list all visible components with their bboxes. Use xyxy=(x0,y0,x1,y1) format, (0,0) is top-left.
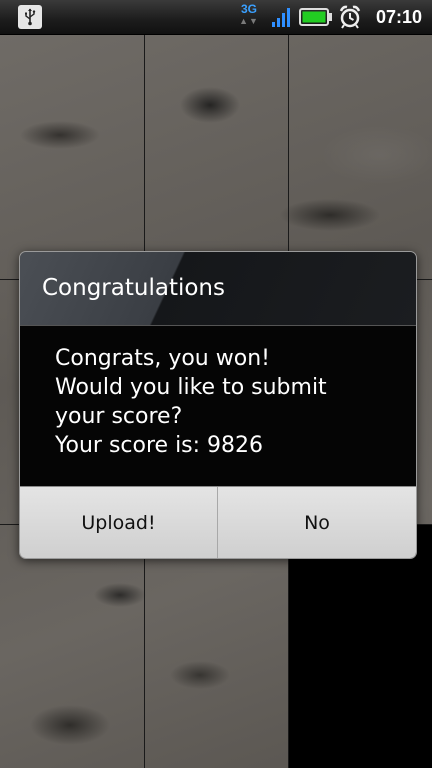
empty-tile xyxy=(289,525,432,768)
dialog-body: Congrats, you won! Would you like to sub… xyxy=(20,326,416,486)
upload-button[interactable]: Upload! xyxy=(20,487,218,558)
message-line: your score? xyxy=(55,404,183,429)
score-line: Your score is: 9826 xyxy=(55,433,264,458)
message-line: Congrats, you won! xyxy=(55,346,270,371)
status-bar: 3G ▲▼ 07:10 xyxy=(0,0,432,35)
signal-icon xyxy=(272,8,290,27)
battery-icon xyxy=(299,8,332,26)
no-button[interactable]: No xyxy=(218,487,416,558)
3g-icon: 3G ▲▼ xyxy=(236,3,262,31)
clock: 07:10 xyxy=(375,7,423,27)
dialog-message: Congrats, you won! Would you like to sub… xyxy=(55,344,405,460)
network-activity-arrows: ▲▼ xyxy=(239,16,259,26)
congratulations-dialog: Congratulations Congrats, you won! Would… xyxy=(19,251,417,559)
dialog-header: Congratulations xyxy=(20,252,416,326)
network-type: 3G xyxy=(240,2,257,16)
dialog-button-bar: Upload! No xyxy=(20,486,416,558)
alarm-icon xyxy=(339,5,361,29)
message-line: Would you like to submit xyxy=(55,375,327,400)
usb-icon xyxy=(18,5,42,29)
dialog-title: Congratulations xyxy=(42,275,225,301)
